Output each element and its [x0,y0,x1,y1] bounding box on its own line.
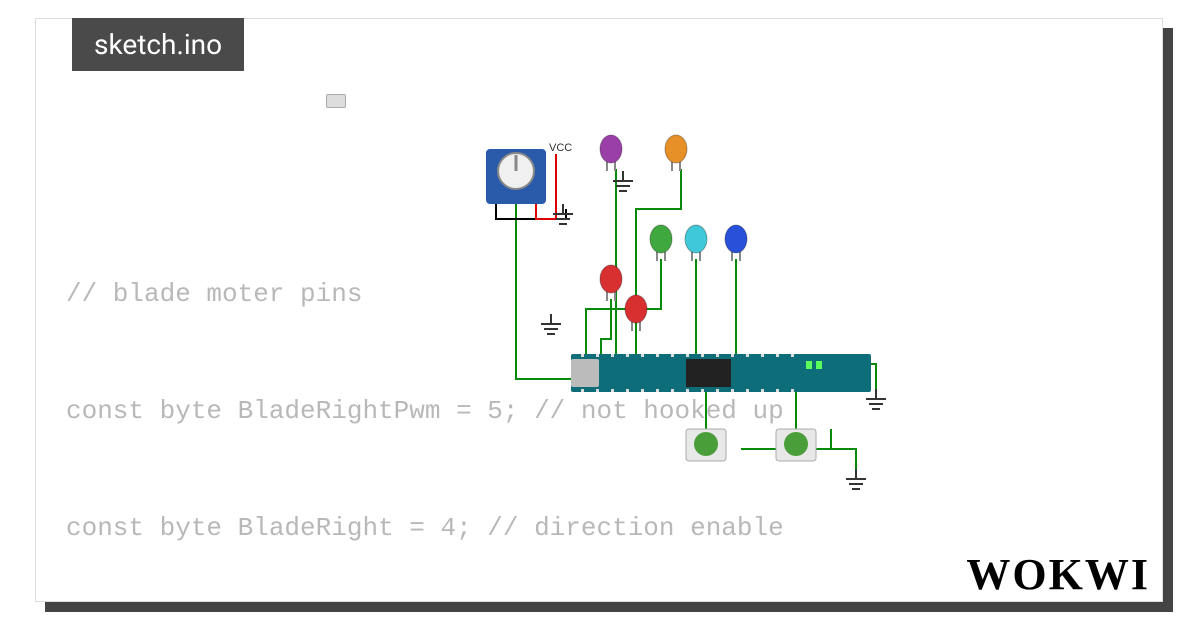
arduino-nano[interactable] [571,354,871,392]
circuit-diagram[interactable]: VCC [436,79,996,499]
wire [586,259,661,359]
vcc-label: VCC [549,142,572,154]
code-line: const byte BladeRight = 4; // direction … [66,509,1163,548]
ground-icon [846,469,866,489]
editor-card: // blade moter pins const byte BladeRigh… [35,18,1163,602]
pushbutton[interactable] [776,429,816,461]
led-green[interactable] [650,225,672,261]
led-blue[interactable] [725,225,747,261]
ground-icon [541,314,561,334]
wokwi-logo: WOKWI [966,549,1150,600]
potentiometer[interactable]: VCC [486,142,572,204]
chip-icon [326,94,346,108]
led-orange[interactable] [665,135,687,171]
file-tab[interactable]: sketch.ino [72,18,244,71]
file-tab-label: sketch.ino [94,28,222,61]
pushbutton[interactable] [686,429,726,461]
led-purple[interactable] [600,135,622,171]
led-cyan[interactable] [685,225,707,261]
wire [636,169,681,359]
led-red[interactable] [600,265,622,301]
